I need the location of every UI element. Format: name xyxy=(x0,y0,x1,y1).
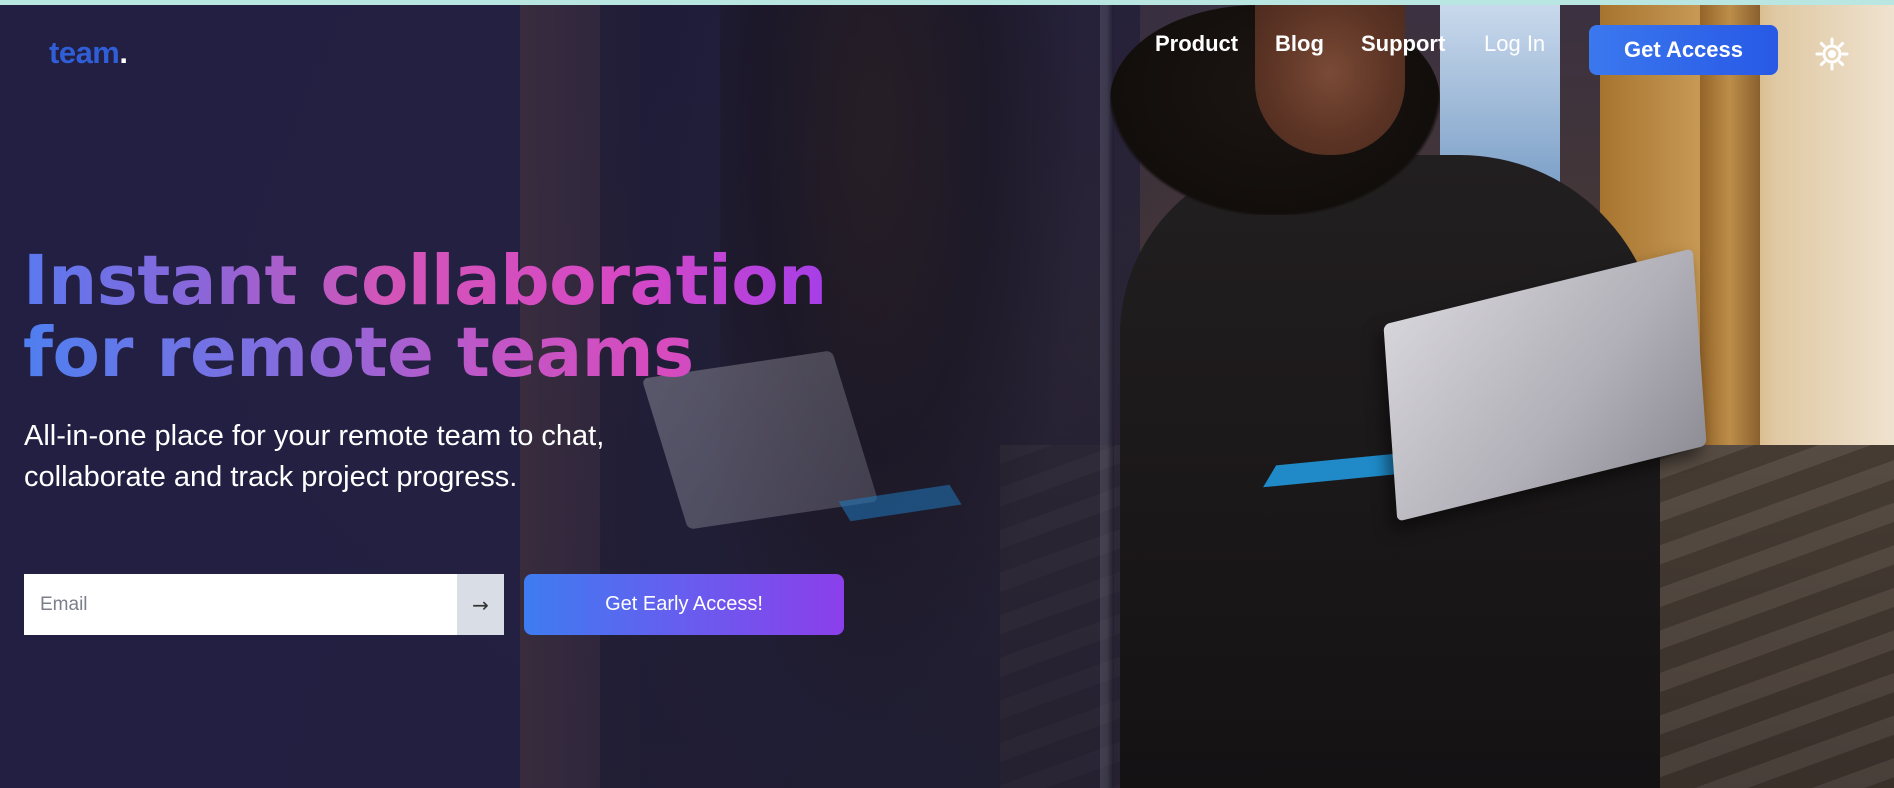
brand-logo[interactable]: team. xyxy=(49,35,128,71)
theme-toggle-button[interactable] xyxy=(1813,35,1851,73)
nav-link-log-in[interactable]: Log In xyxy=(1484,31,1545,57)
get-early-access-button[interactable]: Get Early Access! xyxy=(524,574,844,635)
top-navigation: team. Product Blog Support Log In Get Ac… xyxy=(0,5,1894,85)
hero-headline-line-1: Instant collaboration xyxy=(23,241,827,321)
hero-headline: Instant collaboration for remote teams xyxy=(23,245,827,389)
hero-subheadline: All-in-one place for your remote team to… xyxy=(24,420,605,493)
sun-icon xyxy=(1815,37,1849,71)
brand-name: team xyxy=(49,35,120,70)
hero-background-photo xyxy=(0,5,1894,788)
brand-dot: . xyxy=(119,35,128,70)
email-submit-arrow-button[interactable]: → xyxy=(457,574,504,635)
hero-headline-line-2: for remote teams xyxy=(23,317,827,389)
nav-link-support[interactable]: Support xyxy=(1361,31,1445,57)
get-access-button[interactable]: Get Access xyxy=(1589,25,1778,75)
email-input[interactable] xyxy=(24,574,457,635)
nav-link-product[interactable]: Product xyxy=(1155,31,1238,57)
nav-link-blog[interactable]: Blog xyxy=(1275,31,1324,57)
